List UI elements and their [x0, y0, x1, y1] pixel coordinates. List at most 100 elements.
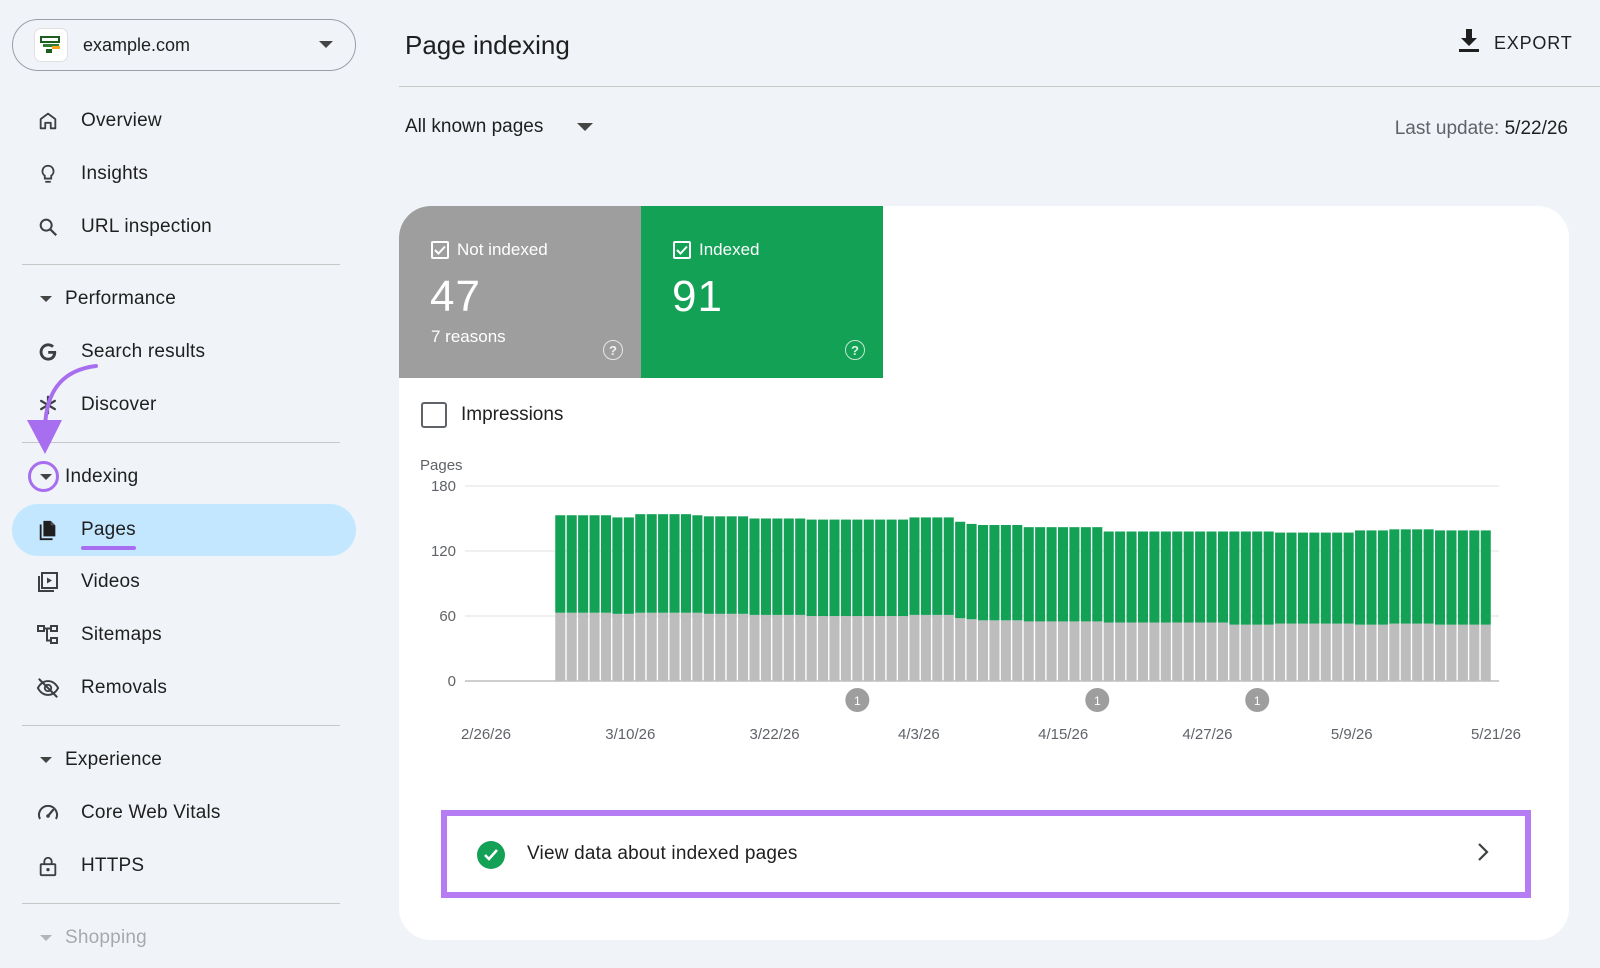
section-indexing[interactable]: Indexing [12, 457, 356, 497]
sidebar-item-sitemaps[interactable]: Sitemaps [12, 609, 356, 661]
bar-indexed [966, 523, 977, 620]
x-tick-label: 5/21/26 [1471, 726, 1521, 743]
speedometer-icon [36, 801, 60, 825]
bar-indexed [783, 518, 794, 615]
sidebar-item-pages[interactable]: Pages [12, 504, 356, 556]
checkbox-checked-icon[interactable] [673, 241, 691, 259]
sidebar-item-label: Videos [81, 571, 140, 592]
bar-not-indexed [829, 616, 840, 681]
bar-indexed [578, 515, 589, 613]
section-label: Indexing [65, 466, 139, 487]
checkbox-unchecked-icon[interactable] [421, 402, 447, 428]
bar-not-indexed [1023, 621, 1034, 681]
not-indexed-reasons: 7 reasons [431, 327, 506, 346]
bar-not-indexed [795, 614, 806, 681]
bar-indexed [806, 519, 817, 616]
y-tick-label: 60 [439, 608, 456, 625]
caret-down-icon [577, 123, 594, 131]
bar-not-indexed [1160, 622, 1171, 681]
bar-not-indexed [1092, 621, 1103, 681]
bar-indexed [932, 517, 943, 615]
bar-not-indexed [806, 616, 817, 681]
divider [22, 264, 340, 265]
bar-not-indexed [1046, 621, 1057, 681]
impressions-toggle[interactable]: Impressions [421, 402, 563, 428]
bar-not-indexed [1137, 622, 1149, 681]
checkbox-checked-icon[interactable] [431, 241, 449, 259]
help-icon[interactable]: ? [845, 340, 865, 360]
bar-not-indexed [989, 620, 1000, 681]
sidebar-item-removals[interactable]: Removals [12, 662, 356, 714]
annotation-circle [28, 461, 59, 492]
bar-not-indexed [1389, 623, 1400, 681]
bar-not-indexed [1423, 623, 1434, 681]
sidebar-item-insights[interactable]: Insights [12, 148, 356, 200]
bar-not-indexed [669, 612, 680, 681]
bar-indexed [1195, 531, 1206, 623]
bar-not-indexed [1035, 621, 1046, 681]
chevron-right-icon [1477, 842, 1489, 867]
export-button[interactable]: EXPORT [1458, 28, 1573, 58]
bar-indexed [1332, 532, 1343, 624]
help-icon[interactable]: ? [603, 340, 623, 360]
page-filter-dropdown[interactable]: All known pages [405, 116, 594, 138]
bar-indexed [749, 518, 760, 615]
x-tick-label: 4/15/26 [1038, 726, 1088, 743]
bar-not-indexed [898, 616, 909, 681]
bar-not-indexed [1400, 623, 1411, 681]
bar-not-indexed [966, 619, 977, 681]
bar-not-indexed [840, 616, 851, 681]
bar-indexed [898, 519, 909, 616]
lightbulb-icon [36, 162, 60, 186]
bar-indexed [875, 519, 886, 616]
sidebar-item-url-inspection[interactable]: URL inspection [12, 201, 356, 253]
x-tick-label: 5/9/26 [1331, 726, 1373, 743]
sidebar-item-label: Pages [81, 519, 136, 550]
bar-not-indexed [1012, 620, 1023, 681]
bar-not-indexed [1355, 624, 1366, 681]
bar-not-indexed [566, 612, 577, 681]
chevron-down-icon [319, 41, 333, 48]
y-axis-label: Pages [420, 457, 463, 474]
bar-indexed [1389, 529, 1400, 624]
bar-not-indexed [1412, 623, 1423, 681]
bar-indexed [1469, 530, 1480, 625]
lock-icon [36, 854, 60, 878]
last-update-label: Last update: [1394, 118, 1500, 139]
last-update-value: 5/22/26 [1504, 118, 1568, 139]
export-label: EXPORT [1494, 32, 1573, 53]
section-performance[interactable]: Performance [12, 279, 356, 319]
bar-not-indexed [1217, 622, 1228, 681]
bar-indexed [1252, 531, 1263, 625]
property-selector[interactable]: example.com [12, 19, 356, 71]
bar-not-indexed [1080, 621, 1091, 681]
site-logo-icon [35, 29, 67, 61]
sidebar-item-overview[interactable]: Overview [12, 95, 356, 147]
bar-not-indexed [852, 616, 863, 681]
indexing-chart: Pages 0 60 120 180 2/26/26 3/10/26 3/22/26 4/3/2… [420, 457, 1521, 743]
y-tick-label: 0 [448, 673, 456, 690]
y-tick-label: 120 [431, 543, 456, 560]
bar-indexed [1263, 531, 1274, 625]
bar-indexed [795, 518, 806, 615]
sidebar-item-https[interactable]: HTTPS [12, 840, 356, 892]
section-experience[interactable]: Experience [12, 740, 356, 780]
page-title: Page indexing [405, 30, 570, 60]
bar-indexed [909, 517, 920, 615]
bar-not-indexed [932, 614, 943, 681]
bar-not-indexed [1366, 624, 1377, 681]
bar-indexed [1343, 532, 1354, 624]
bar-indexed [955, 521, 966, 619]
section-shopping[interactable]: Shopping [12, 918, 356, 958]
sidebar-item-videos[interactable]: Videos [12, 556, 356, 608]
bar-not-indexed [578, 612, 589, 681]
bar-indexed [920, 517, 931, 615]
not-indexed-tile[interactable]: Not indexed 47 7 reasons ? [399, 206, 641, 378]
section-label: Performance [65, 288, 176, 309]
view-indexed-pages-link[interactable]: View data about indexed pages [441, 810, 1531, 898]
sidebar-item-core-web-vitals[interactable]: Core Web Vitals [12, 787, 356, 839]
bar-not-indexed [1149, 622, 1160, 681]
divider [22, 725, 340, 726]
bar-indexed [1412, 529, 1423, 624]
indexed-tile[interactable]: Indexed 91 ? [641, 206, 883, 378]
